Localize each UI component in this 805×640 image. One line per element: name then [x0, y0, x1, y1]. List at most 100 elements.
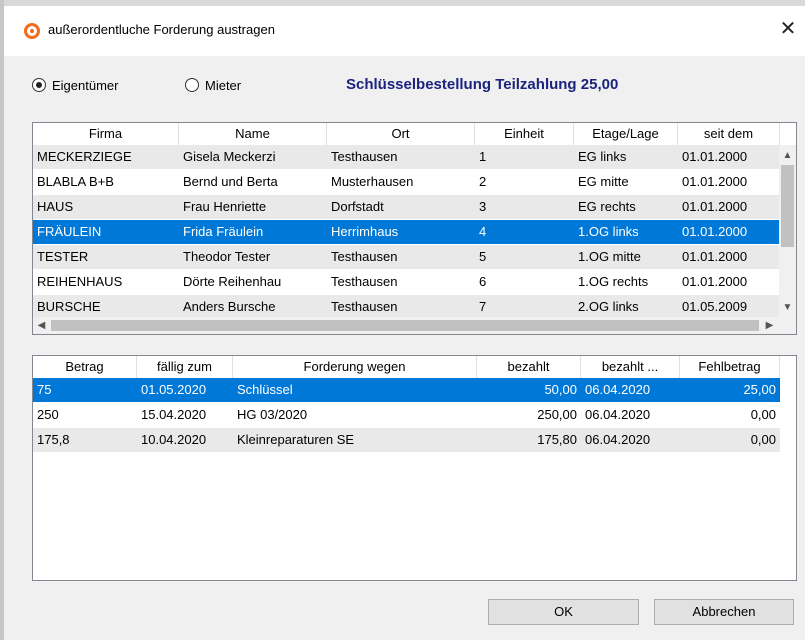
- column-header[interactable]: bezahlt ...: [581, 356, 680, 378]
- owner-row[interactable]: MECKERZIEGE Gisela Meckerzi Testhausen 1 EG …: [33, 145, 780, 169]
- table-cell: Frida Fräulein: [183, 224, 264, 239]
- owners-table[interactable]: Firma Name Ort Einheit Etage/Lage seit dem ME…: [32, 122, 797, 335]
- owner-row[interactable]: HAUS Frau Henriette Dorfstadt 3 EG rechts 01.…: [33, 195, 780, 219]
- table-cell: 01.01.2000: [682, 149, 748, 164]
- column-header[interactable]: Ort: [327, 123, 475, 145]
- column-header[interactable]: Firma: [33, 123, 179, 145]
- table-cell: 10.04.2020: [141, 432, 207, 447]
- scroll-right-icon[interactable]: ▶: [761, 317, 778, 334]
- table-cell: 01.01.2000: [682, 224, 748, 239]
- table-cell: 01.05.2020: [141, 382, 207, 397]
- owner-row[interactable]: FRÄULEIN Frida Fräulein Herrimhaus 4 1.OG li…: [33, 220, 780, 244]
- table-cell: BLABLA B+B: [37, 174, 114, 189]
- table-cell: 01.01.2000: [682, 199, 748, 214]
- table-cell: Schlüssel: [237, 382, 293, 397]
- radio-owner-label: Eigentümer: [52, 77, 119, 93]
- owners-horizontal-scrollbar[interactable]: ◀ ▶: [33, 317, 796, 334]
- table-cell: 2: [479, 174, 487, 189]
- column-header[interactable]: seit dem: [678, 123, 780, 145]
- window-title: außerordentluche Forderung austragen: [48, 22, 275, 37]
- table-cell: 1.OG links: [578, 224, 639, 239]
- cancel-button[interactable]: Abbrechen: [654, 599, 794, 625]
- table-cell: 01.01.2000: [682, 249, 748, 264]
- owner-row[interactable]: BLABLA B+B Bernd und Berta Musterhausen 2 EG…: [33, 170, 780, 194]
- table-cell: Herrimhaus: [331, 224, 399, 239]
- table-cell: TESTER: [37, 249, 89, 264]
- table-cell: 15.04.2020: [141, 407, 207, 422]
- claims-table[interactable]: Betrag fällig zum Forderung wegen bezahlt be…: [32, 355, 797, 581]
- table-cell: 25,00: [743, 382, 776, 397]
- table-cell: REIHENHAUS: [37, 274, 123, 289]
- table-cell: Dörte Reihenhau: [183, 274, 282, 289]
- owners-vertical-scrollbar[interactable]: ▲ ▼: [779, 145, 796, 317]
- table-cell: 01.01.2000: [682, 174, 748, 189]
- table-cell: EG rechts: [578, 199, 636, 214]
- column-header[interactable]: Einheit: [475, 123, 574, 145]
- radio-tenant[interactable]: Mieter: [185, 77, 241, 93]
- window-left-edge: [0, 0, 4, 640]
- scroll-up-icon[interactable]: ▲: [779, 147, 796, 164]
- column-header[interactable]: fällig zum: [137, 356, 233, 378]
- radio-owner[interactable]: Eigentümer: [32, 77, 118, 93]
- table-cell: 06.04.2020: [585, 382, 651, 397]
- column-header[interactable]: Name: [179, 123, 327, 145]
- table-cell: 250: [37, 407, 59, 422]
- scrollbar-thumb[interactable]: [51, 320, 759, 331]
- table-cell: Testhausen: [331, 299, 398, 314]
- table-cell: 250,00: [537, 407, 577, 422]
- column-header[interactable]: Forderung wegen: [233, 356, 477, 378]
- table-cell: 50,00: [544, 382, 577, 397]
- owner-row[interactable]: BURSCHE Anders Bursche Testhausen 7 2.OG lin…: [33, 295, 780, 319]
- table-cell: EG mitte: [578, 174, 629, 189]
- table-cell: Testhausen: [331, 149, 398, 164]
- table-cell: 06.04.2020: [585, 407, 651, 422]
- table-cell: 3: [479, 199, 487, 214]
- table-cell: 1: [479, 149, 487, 164]
- title-bar: außerordentluche Forderung austragen ✕: [4, 6, 805, 56]
- table-cell: Anders Bursche: [183, 299, 276, 314]
- scroll-down-icon[interactable]: ▼: [779, 299, 796, 316]
- column-header[interactable]: Etage/Lage: [574, 123, 678, 145]
- owner-row[interactable]: REIHENHAUS Dörte Reihenhau Testhausen 6 1.OG…: [33, 270, 780, 294]
- table-cell: 01.01.2000: [682, 274, 748, 289]
- ok-button[interactable]: OK: [488, 599, 639, 625]
- table-cell: 06.04.2020: [585, 432, 651, 447]
- column-header[interactable]: bezahlt: [477, 356, 581, 378]
- claims-table-header: Betrag fällig zum Forderung wegen bezahlt be…: [33, 356, 780, 379]
- claim-row[interactable]: 75 01.05.2020 Schlüssel 50,00 06.04.2020 25,0…: [33, 378, 780, 402]
- scroll-left-icon[interactable]: ◀: [33, 317, 50, 334]
- table-cell: 1.OG rechts: [578, 274, 649, 289]
- table-cell: 175,80: [537, 432, 577, 447]
- radio-selected-icon: [32, 78, 46, 92]
- column-header[interactable]: Betrag: [33, 356, 137, 378]
- radio-unselected-icon: [185, 78, 199, 92]
- claim-row[interactable]: 175,8 10.04.2020 Kleinreparaturen SE 175,80…: [33, 428, 780, 452]
- app-icon: [24, 23, 40, 39]
- table-cell: Kleinreparaturen SE: [237, 432, 355, 447]
- table-cell: EG links: [578, 149, 627, 164]
- owner-row[interactable]: TESTER Theodor Tester Testhausen 5 1.OG mitt…: [33, 245, 780, 269]
- table-cell: Testhausen: [331, 274, 398, 289]
- close-icon[interactable]: ✕: [777, 16, 799, 42]
- table-cell: Frau Henriette: [183, 199, 267, 214]
- radio-tenant-label: Mieter: [205, 77, 242, 93]
- owners-table-header: Firma Name Ort Einheit Etage/Lage seit dem: [33, 123, 780, 146]
- table-cell: Dorfstadt: [331, 199, 384, 214]
- table-cell: 0,00: [750, 407, 776, 422]
- table-cell: Bernd und Berta: [183, 174, 278, 189]
- table-cell: 5: [479, 249, 487, 264]
- table-cell: FRÄULEIN: [37, 224, 102, 239]
- column-header[interactable]: Fehlbetrag: [680, 356, 780, 378]
- table-cell: MECKERZIEGE: [37, 149, 132, 164]
- table-cell: 2.OG links: [578, 299, 639, 314]
- table-cell: Theodor Tester: [183, 249, 271, 264]
- table-cell: Testhausen: [331, 249, 398, 264]
- table-cell: 7: [479, 299, 487, 314]
- table-cell: HAUS: [37, 199, 74, 214]
- table-cell: 75: [37, 382, 52, 397]
- claim-row[interactable]: 250 15.04.2020 HG 03/2020 250,00 06.04.2020 0…: [33, 403, 780, 427]
- table-cell: 1.OG mitte: [578, 249, 641, 264]
- table-cell: Musterhausen: [331, 174, 414, 189]
- scrollbar-thumb[interactable]: [781, 165, 794, 247]
- table-cell: 4: [479, 224, 487, 239]
